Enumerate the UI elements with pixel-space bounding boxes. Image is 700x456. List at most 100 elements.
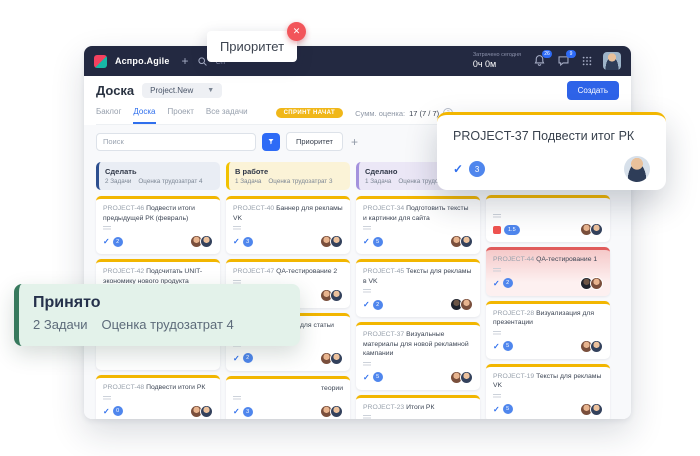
card-id: PROJECT-37 (363, 331, 404, 338)
card-estimate-badge: 5 (373, 372, 383, 382)
user-avatar[interactable] (603, 52, 621, 70)
add-filter-button[interactable]: + (349, 136, 360, 148)
filter-button[interactable] (262, 133, 280, 151)
card-avatars (583, 223, 603, 236)
card-title-row: PROJECT-47 QA-тестирование 2 (233, 267, 343, 277)
avatar (590, 340, 603, 353)
column-cards: ✓ 1.5 PROJECT-44 QA-тестирование 1 ✓ 2 P… (486, 195, 610, 419)
search-input[interactable] (96, 133, 256, 151)
time-tracker[interactable]: Затрачено сегодня 0ч 0м (473, 52, 521, 69)
card-avatars (583, 340, 603, 353)
column-tasks: 2 Задачи (105, 178, 131, 185)
search-icon[interactable] (197, 56, 208, 67)
check-icon: ✓ (103, 407, 110, 416)
card-id: PROJECT-44 (493, 256, 534, 263)
column-cards: PROJECT-34 Подготовить тексты и картинки… (356, 196, 480, 419)
task-card[interactable]: теории ✓ 3 (226, 376, 350, 419)
card-title: Итоги РК (406, 404, 434, 411)
task-card[interactable]: PROJECT-34 Подготовить тексты и картинки… (356, 196, 480, 254)
card-id: PROJECT-34 (363, 205, 404, 212)
avatar (330, 235, 343, 248)
check-icon: ✓ (363, 300, 370, 309)
task-card[interactable]: PROJECT-46 Подвести итоги предыдущей РК … (96, 196, 220, 254)
card-footer: ✓ 5 (363, 371, 473, 384)
task-card-popup[interactable]: PROJECT-37 Подвести итог РК ✓ 3 (437, 112, 666, 190)
popup-task-title: PROJECT-37 Подвести итог РК (453, 129, 650, 143)
avatar (330, 405, 343, 418)
card-title-row: PROJECT-23 Итоги РК (363, 403, 473, 413)
check-icon: ✓ (493, 405, 500, 414)
card-avatars (453, 371, 473, 384)
column-estimate: Оценка трудозатрат 4 (138, 178, 202, 185)
messages-button[interactable]: 9 (557, 54, 571, 68)
score-value: 17 (7 / 7) (409, 109, 439, 118)
tab[interactable]: Доска (133, 107, 155, 124)
title-row: Доска Project.New ▼ Создать (96, 81, 619, 100)
task-card[interactable]: ✓ 1.5 (486, 195, 610, 242)
card-estimate-badge: 5 (373, 237, 383, 247)
card-footer: ✓ 5 (493, 340, 603, 353)
description-icon (233, 396, 241, 401)
sprint-status-badge: СПРИНТ НАЧАТ (276, 108, 344, 118)
task-card[interactable]: PROJECT-23 Итоги РК ✓ 5 (356, 395, 480, 419)
avatar (590, 403, 603, 416)
task-card[interactable]: PROJECT-40 Баннер для рекламы VK ✓ 3 (226, 196, 350, 254)
card-id: PROJECT-48 (103, 384, 144, 391)
chevron-down-icon: ▼ (207, 87, 214, 94)
task-card[interactable]: PROJECT-28 Визуализация для презентации … (486, 301, 610, 359)
card-footer: ✓ 3 (233, 405, 343, 418)
card-footer: ✓ 5 (363, 235, 473, 248)
check-icon: ✓ (363, 237, 370, 246)
task-card[interactable]: PROJECT-48 Подвести итоги РК ✓ 0 (96, 375, 220, 419)
avatar (590, 223, 603, 236)
notifications-button[interactable]: 26 (533, 54, 547, 68)
brand-name: Аспро.Agile (115, 56, 170, 66)
tab[interactable]: Баклог (96, 107, 121, 124)
description-icon (103, 226, 111, 231)
create-button[interactable]: Создать (567, 81, 619, 100)
apps-grid-icon[interactable] (581, 55, 593, 67)
column-header[interactable]: В работе 1 Задача Оценка трудозатрат 3 (226, 162, 350, 190)
card-burn-badge: 1.5 (504, 225, 520, 235)
tab[interactable]: Все задачи (206, 107, 248, 124)
check-icon: ✓ (103, 237, 110, 246)
card-title: теории (321, 385, 343, 392)
card-title: Подвести итоги РК (146, 384, 205, 391)
page-title: Доска (96, 83, 134, 98)
time-tracker-value: 0ч 0м (473, 59, 521, 70)
card-title-row: PROJECT-45 Тексты для рекламы в VK (363, 267, 473, 286)
card-estimate-badge: 2 (503, 278, 513, 288)
task-card[interactable]: PROJECT-19 Тексты для рекламы VK ✓ 5 (486, 364, 610, 419)
task-card[interactable]: PROJECT-44 QA-тестирование 1 ✓ 2 (486, 247, 610, 296)
avatar (460, 371, 473, 384)
tab[interactable]: Проект (168, 107, 194, 124)
card-title: QA-тестирование 2 (276, 268, 337, 275)
card-footer: ✓ 5 (493, 403, 603, 416)
description-icon (363, 362, 371, 367)
close-icon[interactable]: ✕ (287, 22, 306, 41)
project-select[interactable]: Project.New ▼ (142, 83, 222, 98)
card-footer: ✓ 2 (493, 277, 603, 290)
accepted-tasks: 2 Задачи (33, 317, 88, 332)
column-header[interactable]: Сделать 2 Задачи Оценка трудозатрат 4 (96, 162, 220, 190)
card-footer: ✓ 2 (363, 298, 473, 311)
avatar (200, 235, 213, 248)
description-icon (233, 226, 241, 231)
task-card[interactable]: PROJECT-45 Тексты для рекламы в VK ✓ 2 (356, 259, 480, 317)
top-navbar: Аспро.Agile + Сп Затрачено сегодня 0ч 0м… (84, 46, 631, 76)
card-title-row: PROJECT-48 Подвести итоги РК (103, 383, 213, 393)
card-avatars (323, 289, 343, 302)
messages-badge: 9 (566, 50, 576, 58)
task-card[interactable]: PROJECT-37 Визуальные материалы для ново… (356, 322, 480, 390)
column-title: Сделать (105, 167, 212, 176)
add-icon[interactable]: + (182, 55, 189, 67)
priority-filter-chip[interactable]: Приоритет (286, 132, 343, 151)
card-id: PROJECT-28 (493, 310, 534, 317)
card-title-row: теории (233, 384, 343, 394)
navbar-right: Затрачено сегодня 0ч 0м 26 9 (473, 52, 621, 70)
check-icon: ✓ (453, 162, 463, 176)
check-icon: ✓ (363, 373, 370, 382)
card-title-row (493, 203, 603, 211)
description-icon (493, 268, 501, 273)
card-estimate-badge: 2 (113, 237, 123, 247)
